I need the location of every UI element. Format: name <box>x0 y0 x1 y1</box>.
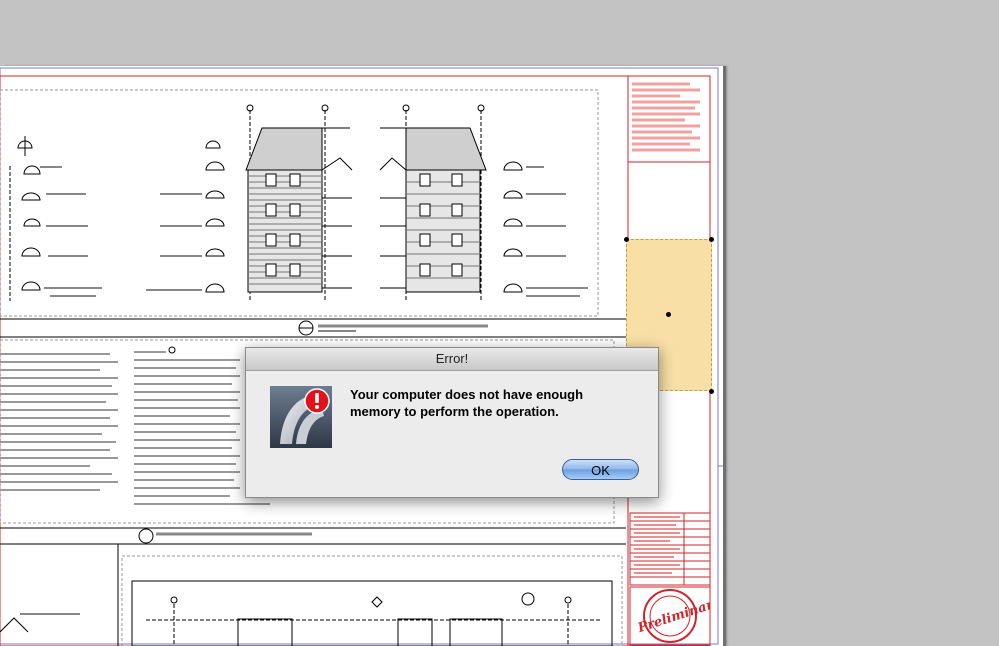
error-dialog: Error! Your computer does not have enoug… <box>245 347 659 498</box>
selection-center-handle[interactable] <box>666 312 671 317</box>
selection-handle[interactable] <box>709 237 714 242</box>
selection-handle[interactable] <box>709 389 714 394</box>
selection-handle[interactable] <box>624 237 629 242</box>
dialog-title: Error! <box>246 348 658 371</box>
ok-button[interactable]: OK <box>562 459 639 480</box>
stamp-text: Preliminary <box>635 595 710 637</box>
dialog-message: Your computer does not have enough memor… <box>350 387 584 419</box>
preliminary-stamp: Preliminary <box>635 589 710 643</box>
app-error-icon <box>270 386 332 448</box>
